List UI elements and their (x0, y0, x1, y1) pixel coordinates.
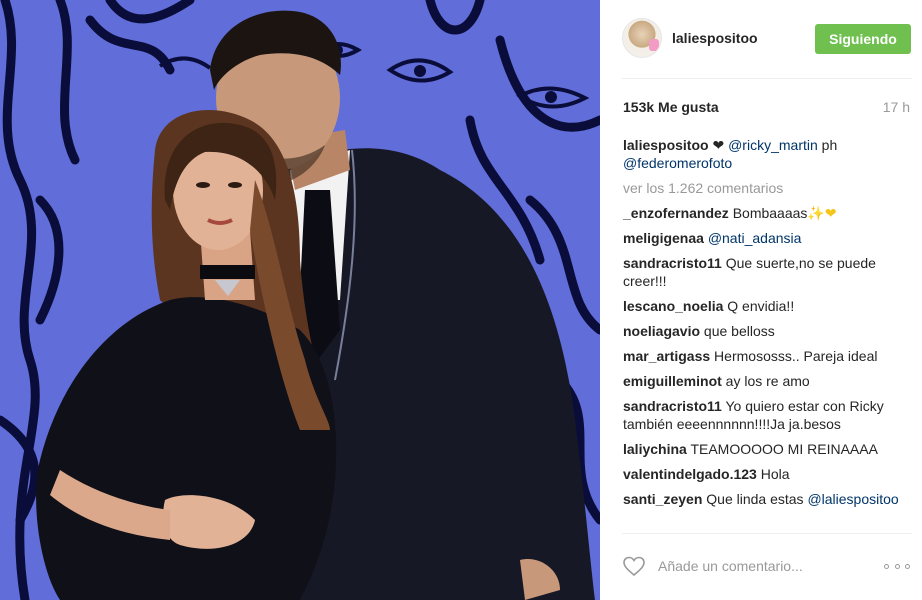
comment-username[interactable]: mar_artigass (623, 348, 710, 364)
post-photo[interactable] (0, 0, 600, 600)
comment-username[interactable]: _enzofernandez (623, 205, 729, 221)
list-item: santi_zeyen Que linda estas @laliesposit… (623, 490, 908, 508)
add-comment-input[interactable] (658, 555, 858, 577)
caption: laliespositoo ❤ @ricky_martin ph @federo… (623, 136, 908, 172)
comment-username[interactable]: laliychina (623, 441, 687, 457)
comment-username[interactable]: noeliagavio (623, 323, 700, 339)
comments-list: laliespositoo ❤ @ricky_martin ph @federo… (623, 136, 908, 515)
dot (894, 563, 900, 569)
view-all-comments-link[interactable]: ver los 1.262 comentarios (623, 179, 908, 197)
heart-outline-icon[interactable] (622, 554, 646, 578)
heart-emoji: ❤ (712, 137, 725, 153)
header-divider (622, 78, 912, 79)
list-item: lescano_noelia Q envidia!! (623, 297, 908, 315)
list-item: valentindelgado.123 Hola (623, 465, 908, 483)
caption-mention-ricky[interactable]: @ricky_martin (728, 137, 818, 153)
list-item: sandracristo11 Que suerte,no se puede cr… (623, 254, 908, 290)
following-button[interactable]: Siguiendo (815, 24, 911, 54)
comment-text: TEAMOOOOO MI REINAAAA (686, 441, 878, 457)
caption-text: ph (817, 137, 838, 153)
list-item: _enzofernandez Bombaaaas✨❤ (623, 204, 908, 222)
dot (905, 563, 910, 569)
post-header: laliespositoo Siguiendo (600, 0, 922, 78)
comment-text: que belloss (700, 323, 775, 339)
comment-mention[interactable]: @laliespositoo (807, 491, 898, 507)
comment-text: Hermososss.. Pareja ideal (710, 348, 878, 364)
caption-mention-photographer[interactable]: @federomerofoto (623, 155, 732, 171)
comment-text: Q envidia!! (723, 298, 795, 314)
comment-username[interactable]: emiguilleminot (623, 373, 722, 389)
avatar-sticker (649, 39, 659, 51)
comment-username[interactable]: sandracristo11 (623, 398, 722, 414)
comment-username[interactable]: santi_zeyen (623, 491, 702, 507)
caption-username[interactable]: laliespositoo (623, 137, 709, 153)
post-photo-image (0, 0, 600, 600)
comment-text: Bombaaaas (728, 205, 808, 221)
more-options-icon[interactable] (884, 560, 910, 572)
list-item: noeliagavio que belloss (623, 322, 908, 340)
comment-text: Hola (756, 466, 790, 482)
comment-username[interactable]: sandracristo11 (623, 255, 722, 271)
post-time[interactable]: 17 h (883, 99, 910, 115)
list-item: meligigenaa @nati_adansia (623, 229, 908, 247)
comment-username[interactable]: valentindelgado.123 (623, 466, 757, 482)
list-item: emiguilleminot ay los re amo (623, 372, 908, 390)
post-username[interactable]: laliespositoo (672, 30, 758, 46)
list-item: mar_artigass Hermososss.. Pareja ideal (623, 347, 908, 365)
list-item: sandracristo11 Yo quiero estar con Ricky… (623, 397, 908, 433)
comment-username[interactable]: lescano_noelia (623, 298, 723, 314)
dot (884, 563, 889, 569)
likes-count[interactable]: 153k Me gusta (623, 99, 719, 115)
comment-mention[interactable]: @nati_adansia (708, 230, 802, 246)
comment-username[interactable]: meligigenaa (623, 230, 704, 246)
list-item: laliychina TEAMOOOOO MI REINAAAA (623, 440, 908, 458)
avatar[interactable] (622, 18, 662, 58)
comment-text: ay los re amo (721, 373, 810, 389)
comment-footer (600, 534, 922, 600)
comment-text: Que linda estas (702, 491, 808, 507)
emoji: ✨❤ (807, 205, 837, 221)
post-details-panel: laliespositoo Siguiendo 153k Me gusta 17… (600, 0, 922, 600)
